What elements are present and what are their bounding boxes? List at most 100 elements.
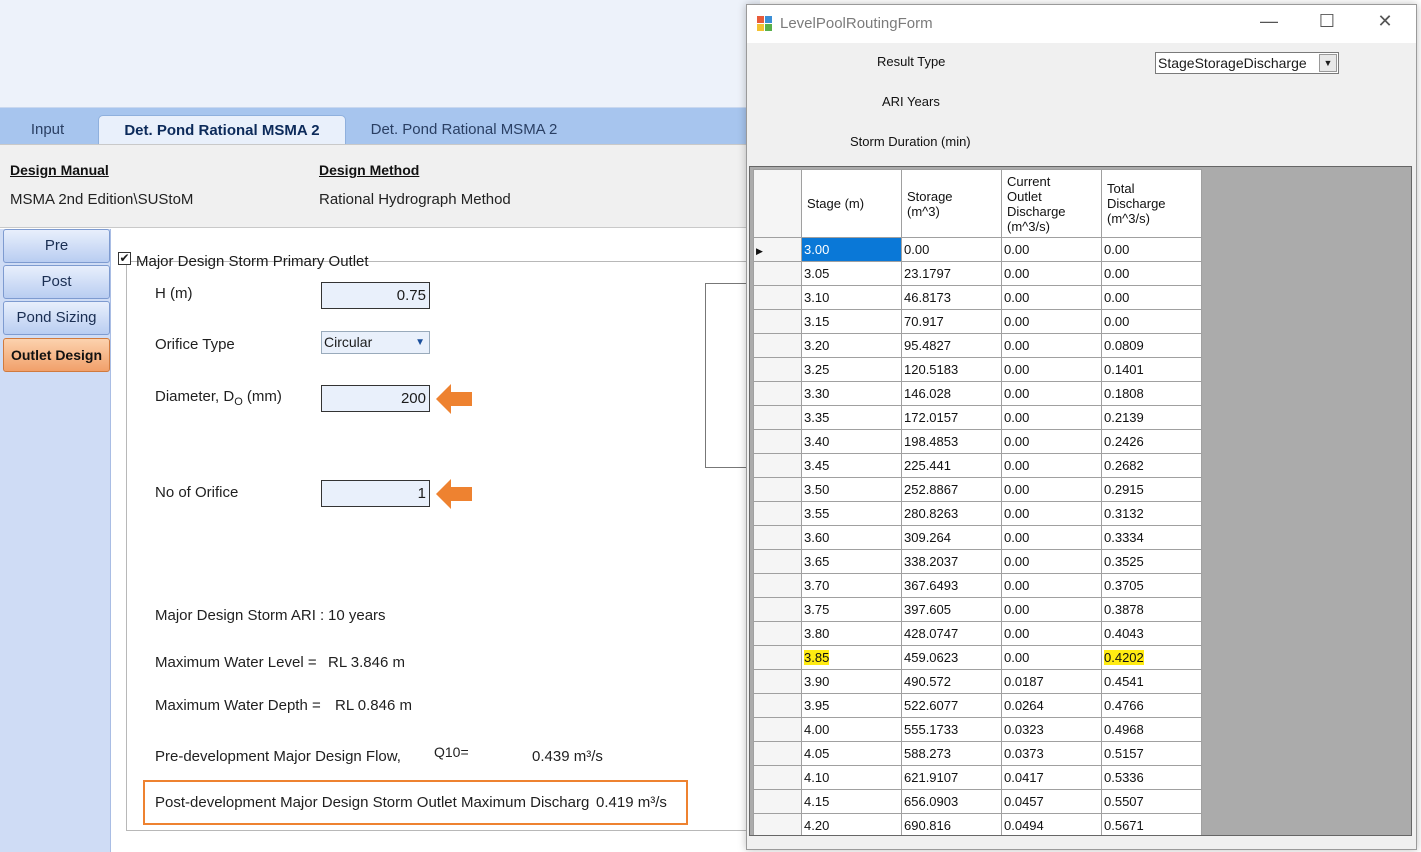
row-header-cell[interactable] xyxy=(753,261,802,286)
row-header-cell[interactable] xyxy=(753,357,802,382)
tab-det-pond-rational-active[interactable]: Det. Pond Rational MSMA 2 xyxy=(98,115,346,145)
storage-cell[interactable]: 23.1797 xyxy=(901,261,1002,286)
table-row[interactable]: 3.25 120.5183 0.00 0.1401 xyxy=(753,357,1202,382)
storage-cell[interactable]: 120.5183 xyxy=(901,357,1002,382)
current-discharge-cell[interactable]: 0.00 xyxy=(1001,357,1102,382)
stage-cell[interactable]: 3.65 xyxy=(801,549,902,574)
table-row[interactable]: 3.80 428.0747 0.00 0.4043 xyxy=(753,621,1202,646)
table-row[interactable]: 3.50 252.8867 0.00 0.2915 xyxy=(753,477,1202,502)
row-header-cell[interactable] xyxy=(753,501,802,526)
table-row[interactable]: 3.05 23.1797 0.00 0.00 xyxy=(753,261,1202,286)
stage-cell[interactable]: 3.45 xyxy=(801,453,902,478)
storage-cell[interactable]: 522.6077 xyxy=(901,693,1002,718)
stage-cell[interactable]: 3.70 xyxy=(801,573,902,598)
total-discharge-cell[interactable]: 0.5507 xyxy=(1101,789,1202,814)
current-discharge-cell[interactable]: 0.00 xyxy=(1001,309,1102,334)
table-row[interactable]: 4.00 555.1733 0.0323 0.4968 xyxy=(753,717,1202,742)
table-row[interactable]: 3.10 46.8173 0.00 0.00 xyxy=(753,285,1202,310)
storage-cell[interactable]: 490.572 xyxy=(901,669,1002,694)
column-header-storage[interactable]: Storage (m^3) xyxy=(901,169,1002,238)
table-row[interactable]: 3.85 459.0623 0.00 0.4202 xyxy=(753,645,1202,670)
storage-cell[interactable]: 46.8173 xyxy=(901,285,1002,310)
total-discharge-cell[interactable]: 0.3132 xyxy=(1101,501,1202,526)
stage-cell[interactable]: 3.25 xyxy=(801,357,902,382)
storage-cell[interactable]: 309.264 xyxy=(901,525,1002,550)
current-discharge-cell[interactable]: 0.00 xyxy=(1001,405,1102,430)
storage-cell[interactable]: 225.441 xyxy=(901,453,1002,478)
total-discharge-cell[interactable]: 0.4202 xyxy=(1101,645,1202,670)
stage-storage-discharge-grid[interactable]: Stage (m) Storage (m^3) Current Outlet D… xyxy=(749,166,1412,836)
total-discharge-cell[interactable]: 0.1808 xyxy=(1101,381,1202,406)
storage-cell[interactable]: 459.0623 xyxy=(901,645,1002,670)
table-row[interactable]: 3.65 338.2037 0.00 0.3525 xyxy=(753,549,1202,574)
row-header-cell[interactable] xyxy=(753,813,802,835)
storage-cell[interactable]: 252.8867 xyxy=(901,477,1002,502)
diameter-input[interactable]: 200 xyxy=(321,385,430,412)
table-row[interactable]: 4.10 621.9107 0.0417 0.5336 xyxy=(753,765,1202,790)
total-discharge-cell[interactable]: 0.00 xyxy=(1101,261,1202,286)
table-row[interactable]: 4.15 656.0903 0.0457 0.5507 xyxy=(753,789,1202,814)
current-discharge-cell[interactable]: 0.00 xyxy=(1001,261,1102,286)
storage-cell[interactable]: 172.0157 xyxy=(901,405,1002,430)
row-header-cell[interactable] xyxy=(753,309,802,334)
table-row[interactable]: 3.35 172.0157 0.00 0.2139 xyxy=(753,405,1202,430)
total-discharge-cell[interactable]: 0.4766 xyxy=(1101,693,1202,718)
total-discharge-cell[interactable]: 0.00 xyxy=(1101,285,1202,310)
storage-cell[interactable]: 146.028 xyxy=(901,381,1002,406)
stage-cell[interactable]: 3.75 xyxy=(801,597,902,622)
current-discharge-cell[interactable]: 0.00 xyxy=(1001,597,1102,622)
h-input[interactable]: 0.75 xyxy=(321,282,430,309)
stage-cell[interactable]: 3.15 xyxy=(801,309,902,334)
table-row[interactable]: ▶ 3.00 0.00 0.00 0.00 xyxy=(753,237,1202,262)
nav-pre-button[interactable]: Pre xyxy=(3,229,110,263)
column-header-stage[interactable]: Stage (m) xyxy=(801,169,902,238)
stage-cell[interactable]: 3.55 xyxy=(801,501,902,526)
row-header-cell[interactable] xyxy=(753,477,802,502)
table-row[interactable]: 3.30 146.028 0.00 0.1808 xyxy=(753,381,1202,406)
maximize-icon[interactable]: ☐ xyxy=(1307,11,1347,32)
chevron-down-icon[interactable]: ▼ xyxy=(1319,54,1337,72)
result-type-select[interactable]: StageStorageDischarge ▼ xyxy=(1155,52,1339,74)
storage-cell[interactable]: 70.917 xyxy=(901,309,1002,334)
total-discharge-cell[interactable]: 0.4541 xyxy=(1101,669,1202,694)
total-discharge-cell[interactable]: 0.00 xyxy=(1101,237,1202,262)
storage-cell[interactable]: 338.2037 xyxy=(901,549,1002,574)
storage-cell[interactable]: 555.1733 xyxy=(901,717,1002,742)
storage-cell[interactable]: 690.816 xyxy=(901,813,1002,835)
table-row[interactable]: 4.05 588.273 0.0373 0.5157 xyxy=(753,741,1202,766)
stage-cell[interactable]: 4.00 xyxy=(801,717,902,742)
total-discharge-cell[interactable]: 0.3525 xyxy=(1101,549,1202,574)
current-discharge-cell[interactable]: 0.00 xyxy=(1001,477,1102,502)
current-discharge-cell[interactable]: 0.00 xyxy=(1001,645,1102,670)
table-row[interactable]: 3.55 280.8263 0.00 0.3132 xyxy=(753,501,1202,526)
stage-cell[interactable]: 3.40 xyxy=(801,429,902,454)
current-discharge-cell[interactable]: 0.0494 xyxy=(1001,813,1102,835)
column-header-current-discharge[interactable]: Current Outlet Discharge (m^3/s) xyxy=(1001,169,1102,238)
total-discharge-cell[interactable]: 0.2426 xyxy=(1101,429,1202,454)
total-discharge-cell[interactable]: 0.4968 xyxy=(1101,717,1202,742)
table-row[interactable]: 3.75 397.605 0.00 0.3878 xyxy=(753,597,1202,622)
tab-det-pond-rational-2[interactable]: Det. Pond Rational MSMA 2 xyxy=(354,115,574,145)
total-discharge-cell[interactable]: 0.5157 xyxy=(1101,741,1202,766)
row-header-cell[interactable] xyxy=(753,789,802,814)
table-row[interactable]: 3.20 95.4827 0.00 0.0809 xyxy=(753,333,1202,358)
total-discharge-cell[interactable]: 0.00 xyxy=(1101,309,1202,334)
row-header-cell[interactable] xyxy=(753,285,802,310)
storage-cell[interactable]: 280.8263 xyxy=(901,501,1002,526)
close-icon[interactable]: ✕ xyxy=(1365,11,1405,32)
table-row[interactable]: 3.15 70.917 0.00 0.00 xyxy=(753,309,1202,334)
stage-cell[interactable]: 3.35 xyxy=(801,405,902,430)
total-discharge-cell[interactable]: 0.2682 xyxy=(1101,453,1202,478)
current-discharge-cell[interactable]: 0.00 xyxy=(1001,621,1102,646)
row-header-cell[interactable] xyxy=(753,573,802,598)
total-discharge-cell[interactable]: 0.5336 xyxy=(1101,765,1202,790)
table-row[interactable]: 3.40 198.4853 0.00 0.2426 xyxy=(753,429,1202,454)
stage-cell[interactable]: 3.95 xyxy=(801,693,902,718)
stage-cell[interactable]: 3.30 xyxy=(801,381,902,406)
row-header-cell[interactable] xyxy=(753,597,802,622)
storage-cell[interactable]: 428.0747 xyxy=(901,621,1002,646)
total-discharge-cell[interactable]: 0.3705 xyxy=(1101,573,1202,598)
row-header-cell[interactable] xyxy=(753,381,802,406)
no-orifice-input[interactable]: 1 xyxy=(321,480,430,507)
row-header-cell[interactable] xyxy=(753,765,802,790)
